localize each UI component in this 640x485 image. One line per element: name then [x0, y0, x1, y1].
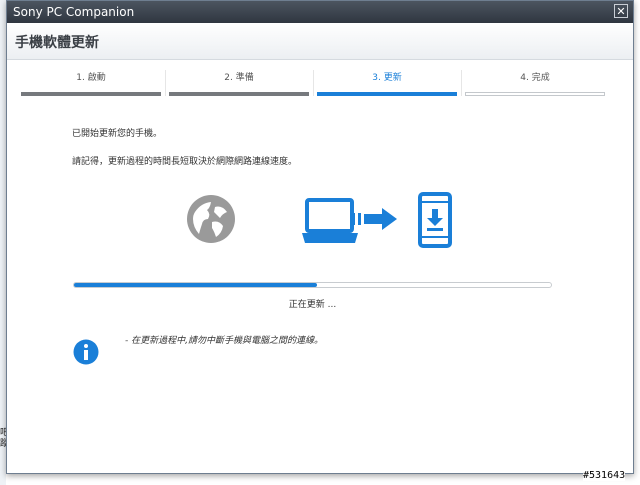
laptop-icon	[302, 198, 358, 243]
close-icon[interactable]: ✕	[614, 4, 628, 18]
transfer-arrow-icon	[352, 208, 397, 230]
step-1: 1. 啟動	[21, 70, 161, 96]
speed-note: 請記得，更新過程的時間長短取決於網際網路連線速度。	[72, 157, 298, 167]
step-label: 4. 完成	[520, 73, 550, 83]
step-bar	[317, 92, 457, 96]
progress-status: 正在更新 ...	[288, 300, 337, 310]
step-indicator: 1. 啟動 2. 準備 3. 更新 4. 完成	[21, 70, 607, 96]
page-header: 手機軟體更新	[7, 23, 633, 60]
step-divider	[313, 70, 314, 96]
step-bar	[21, 92, 161, 96]
globe-icon	[187, 195, 235, 243]
watermark: #531643	[583, 470, 626, 481]
step-bar	[169, 92, 309, 96]
page-title: 手機軟體更新	[15, 35, 99, 51]
window-title: Sony PC Companion	[13, 5, 135, 19]
step-label: 1. 啟動	[76, 73, 106, 83]
step-2: 2. 準備	[169, 70, 309, 96]
step-label: 2. 準備	[224, 73, 254, 83]
step-label: 3. 更新	[372, 73, 402, 83]
step-4: 4. 完成	[465, 70, 605, 96]
info-message: - 在更新過程中,請勿中斷手機與電腦之間的連線。	[125, 336, 323, 346]
title-bar: Sony PC Companion ✕	[7, 1, 633, 23]
status-message: 已開始更新您的手機。	[72, 129, 163, 139]
phone-download-icon	[418, 192, 452, 248]
step-divider	[165, 70, 166, 96]
step-3: 3. 更新	[317, 70, 457, 96]
step-divider	[461, 70, 462, 96]
progress-fill	[74, 283, 318, 287]
info-icon	[73, 339, 99, 365]
progress-bar	[73, 282, 552, 288]
step-bar	[465, 92, 605, 96]
